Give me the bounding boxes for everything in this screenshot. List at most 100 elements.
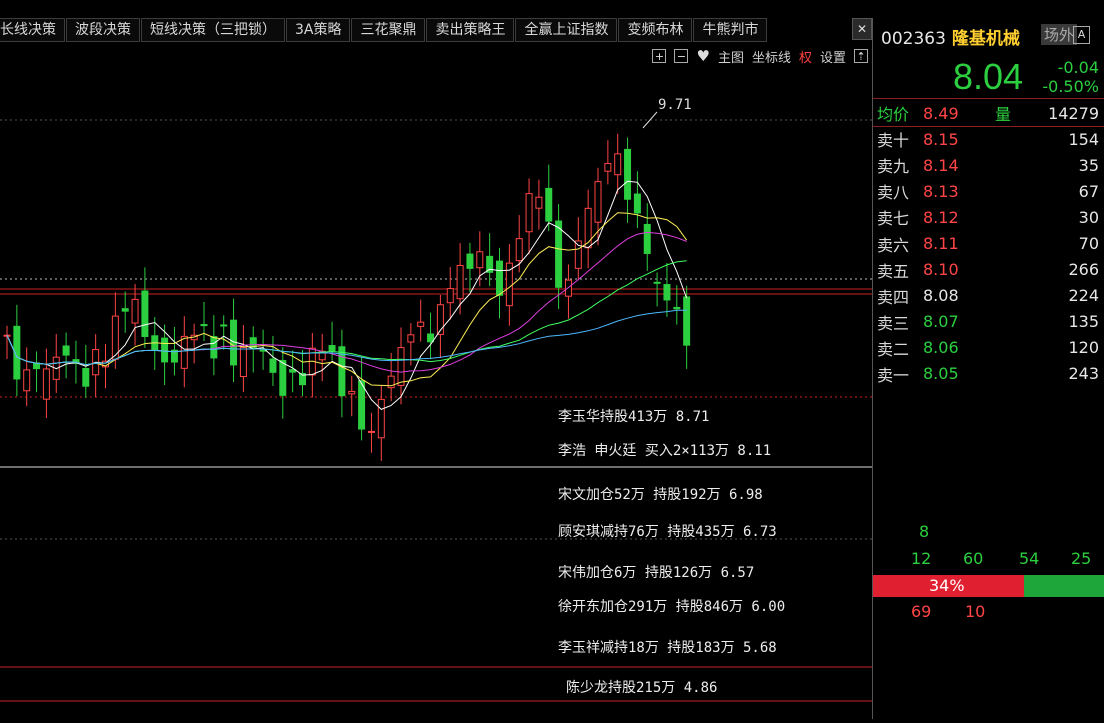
indicator-e: 25 — [1071, 549, 1092, 568]
candle-body — [643, 223, 651, 254]
kline-chart[interactable]: 9.71 李玉华持股413万 8.71 李浩 申火廷 买入2×113万 8.11… — [0, 66, 872, 719]
annotation-4: 顾安琪减持76万 持股435万 6.73 — [558, 524, 777, 540]
ask-row[interactable]: 卖十 8.15 154 — [873, 126, 1104, 152]
stock-code: 002363 — [881, 29, 946, 49]
ask-volume: 135 — [1068, 312, 1099, 332]
zoom-out-icon[interactable]: − — [674, 49, 689, 63]
candle-body — [545, 187, 553, 222]
high-price-label: 9.71 — [658, 97, 692, 113]
ask-row[interactable]: 卖一 8.05 243 — [873, 361, 1104, 387]
annotation-3: 宋文加仓52万 持股192万 6.98 — [558, 487, 763, 503]
ask-volume: 224 — [1068, 286, 1099, 306]
candle-body — [397, 347, 405, 386]
tab-0[interactable]: 长线决策 — [0, 18, 65, 42]
ask-row[interactable]: 卖四 8.08 224 — [873, 283, 1104, 309]
a-icon[interactable]: A — [1073, 26, 1090, 44]
candle-body — [476, 251, 484, 269]
tab-8[interactable]: 牛熊判市 — [693, 18, 768, 42]
candle-body — [367, 430, 375, 433]
ask-volume: 67 — [1078, 181, 1099, 201]
candle-body — [249, 337, 257, 350]
candle-body — [614, 153, 622, 176]
ask-price: 8.10 — [923, 260, 959, 280]
tab-6[interactable]: 全赢上证指数 — [515, 18, 618, 42]
indicator-a: 8 — [919, 522, 930, 541]
kline-svg: 9.71 — [0, 97, 872, 702]
buy-sell-ratio-bar: 34% — [873, 575, 1104, 597]
tab-2[interactable]: 短线决策（三把锁） — [141, 18, 285, 42]
ask-row[interactable]: 卖五 8.10 266 — [873, 257, 1104, 283]
candle-body — [121, 308, 129, 312]
chart-toolbar: + − ♥ 主图 坐标线 权 设置 ⇡ — [652, 46, 868, 66]
last-price: 8.04 — [953, 56, 1024, 97]
annotation-6: 徐开东加仓291万 持股846万 6.00 — [558, 599, 786, 615]
candle-body — [505, 262, 513, 307]
rights-button[interactable]: 权 — [799, 47, 812, 66]
venue-badge[interactable]: 场外 — [1041, 24, 1078, 45]
candle-body — [328, 345, 336, 352]
candle-body — [259, 349, 267, 352]
ask-price: 8.11 — [923, 234, 959, 254]
volume-value: 14279 — [1048, 103, 1099, 123]
candle-body — [377, 398, 385, 439]
ask-row[interactable]: 卖九 8.14 35 — [873, 152, 1104, 178]
tab-4[interactable]: 三花聚鼎 — [351, 18, 426, 42]
avg-label: 均价 — [877, 105, 910, 125]
ask-label: 卖九 — [877, 157, 910, 177]
ask-volume: 266 — [1068, 260, 1099, 280]
ask-label: 卖一 — [877, 365, 910, 385]
tab-5[interactable]: 卖出策略王 — [426, 18, 515, 42]
volume-label: 量 — [994, 105, 1011, 125]
ask-label: 卖五 — [877, 261, 910, 281]
stock-header: 002363 隆基机械 — [881, 24, 1020, 49]
ask-label: 卖十 — [877, 131, 910, 151]
ask-row[interactable]: 卖八 8.13 67 — [873, 178, 1104, 204]
ratio-text: 34% — [929, 576, 965, 595]
ma20-line — [6, 231, 687, 373]
ask-row[interactable]: 卖七 8.12 30 — [873, 204, 1104, 230]
candle-body — [683, 296, 691, 346]
candle-body — [417, 321, 425, 327]
quote-panel: 002363 隆基机械 场外 A 8.04 -0.04 -0.50% 均价 8.4… — [872, 18, 1104, 719]
candle-body — [653, 281, 661, 284]
change-value: -0.04 — [1057, 58, 1099, 77]
zoom-in-icon[interactable]: + — [652, 49, 667, 63]
change-percent: -0.50% — [1042, 77, 1099, 96]
heart-icon[interactable]: ♥ — [696, 47, 709, 65]
ask-label: 卖六 — [877, 235, 910, 255]
ask-row[interactable]: 卖二 8.06 120 — [873, 335, 1104, 361]
ask-volume: 243 — [1068, 364, 1099, 384]
candle-body — [515, 238, 523, 262]
popout-icon[interactable]: ⇡ — [854, 49, 868, 63]
ask-price: 8.08 — [923, 286, 959, 306]
candle-body — [200, 324, 208, 327]
ask-volume: 154 — [1068, 129, 1099, 149]
candle-body — [525, 193, 533, 233]
ask-label: 卖三 — [877, 313, 910, 333]
candle-body — [269, 358, 277, 373]
candle-body — [604, 163, 612, 172]
tab-7[interactable]: 变频布林 — [618, 18, 693, 42]
candle-body — [220, 324, 228, 327]
close-icon[interactable]: ✕ — [852, 18, 872, 40]
coord-line-button[interactable]: 坐标线 — [752, 47, 791, 66]
ask-price: 8.12 — [923, 207, 959, 227]
candle-body — [446, 288, 454, 304]
main-chart-button[interactable]: 主图 — [718, 47, 744, 66]
ratio-green-segment — [1024, 575, 1104, 597]
order-book: 均价 8.49 量 14279 卖十 8.15 154 卖九 8.14 35 卖八 8.13 6… — [873, 100, 1104, 387]
tab-3[interactable]: 3A策略 — [286, 18, 351, 42]
divider — [873, 126, 1104, 127]
candle-body — [456, 264, 464, 300]
candle-body — [594, 181, 602, 223]
annotation-7: 李玉祥减持18万 持股183万 5.68 — [558, 640, 777, 656]
candle-body — [407, 334, 415, 343]
candle-body — [82, 367, 90, 387]
tab-1[interactable]: 波段决策 — [66, 18, 140, 42]
divider — [873, 98, 1104, 99]
indicator-c: 60 — [963, 549, 984, 568]
settings-button[interactable]: 设置 — [820, 47, 846, 66]
candle-body — [624, 148, 632, 200]
ask-row[interactable]: 卖三 8.07 135 — [873, 309, 1104, 335]
ask-row[interactable]: 卖六 8.11 70 — [873, 230, 1104, 256]
